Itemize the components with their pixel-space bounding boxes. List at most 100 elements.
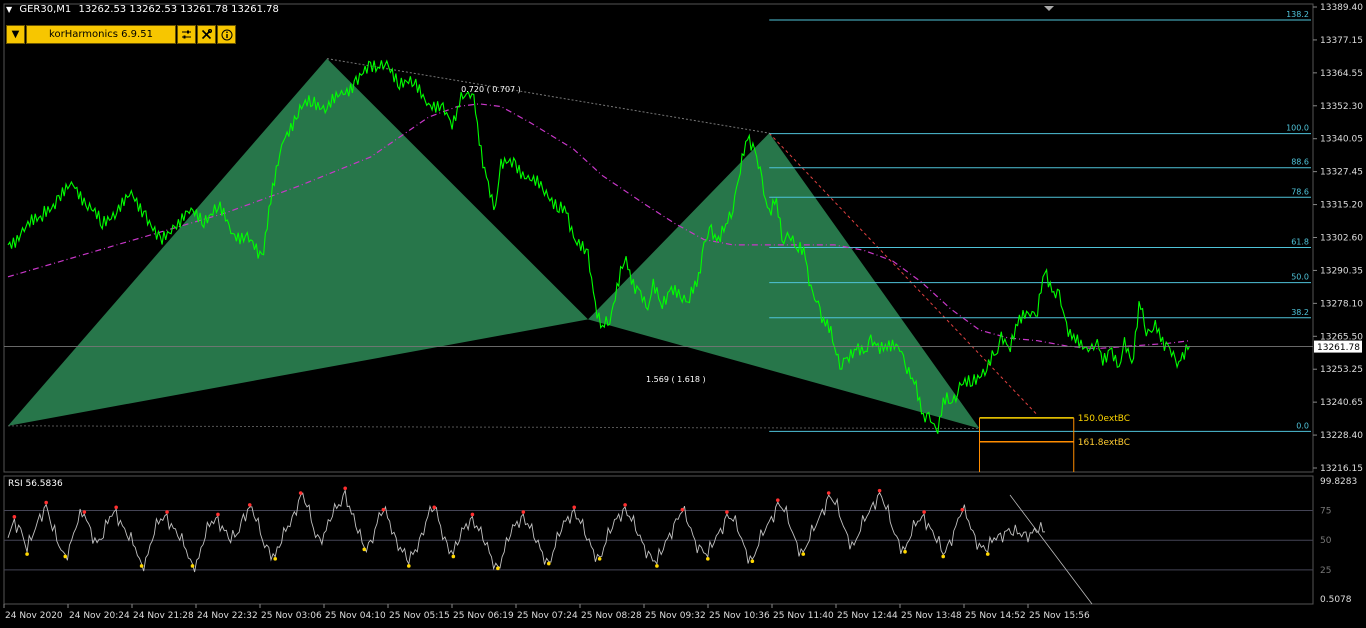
- current-price-label: 13261.78: [1317, 343, 1360, 353]
- rsi-low-dot: [407, 564, 411, 568]
- time-axis-label: 25 Nov 15:56: [1029, 611, 1090, 621]
- shift-marker-icon: [1044, 6, 1054, 11]
- rsi-high-dot: [82, 510, 87, 514]
- time-axis-label: 25 Nov 13:48: [901, 611, 962, 621]
- rsi-axis-label: 25: [1320, 566, 1331, 576]
- price-axis-label: 13216.15: [1320, 464, 1363, 474]
- time-axis-label: 25 Nov 06:19: [453, 611, 514, 621]
- rsi-trend-line: [1009, 494, 1093, 605]
- rsi-axis-label: 75: [1320, 506, 1331, 516]
- pattern-triangle-bcd: [588, 133, 980, 429]
- rsi-low-dot: [496, 566, 500, 571]
- price-axis-label: 13290.35: [1320, 266, 1363, 276]
- target-level-label: 161.8extBC: [1078, 438, 1130, 448]
- price-axis-label: 13278.10: [1320, 299, 1363, 309]
- rsi-low-dot: [25, 552, 29, 556]
- rsi-high-dot: [165, 510, 169, 514]
- rsi-low-dot: [139, 564, 144, 568]
- ratio-label-xb: 0.720 ( 0.707 ): [461, 85, 521, 94]
- time-axis-label: 25 Nov 08:28: [581, 611, 642, 621]
- price-axis-label: 13240.65: [1320, 398, 1363, 408]
- rsi-low-dot: [190, 564, 195, 568]
- fib-level-label: 0.0: [1296, 421, 1309, 430]
- time-axis-label: 24 Nov 20:24: [69, 611, 130, 621]
- fib-level-label: 50.0: [1291, 273, 1309, 282]
- collapse-arrow-icon[interactable]: ▼: [6, 5, 12, 14]
- rsi-low-dot: [801, 552, 806, 556]
- rsi-high-dot: [521, 510, 526, 514]
- rsi-high-dot: [432, 505, 437, 510]
- price-axis-label: 13315.20: [1320, 201, 1363, 211]
- price-axis-label: 13302.60: [1320, 234, 1363, 244]
- rsi-high-dot: [216, 512, 220, 517]
- price-axis-label: 13364.55: [1320, 69, 1363, 79]
- time-axis-label: 24 Nov 2020: [5, 611, 63, 621]
- rsi-high-dot: [572, 505, 577, 510]
- rsi-low-dot: [903, 549, 907, 554]
- rsi-high-dot: [114, 505, 118, 510]
- price-axis-label: 13253.25: [1320, 365, 1363, 375]
- rsi-low-dot: [706, 557, 710, 561]
- rsi-high-dot: [12, 515, 17, 519]
- rsi-high-dot: [877, 488, 882, 493]
- rsi-line: [7, 488, 1046, 573]
- rsi-low-dot: [985, 552, 990, 556]
- info-icon[interactable]: [217, 25, 236, 44]
- rsi-high-dot: [247, 503, 252, 507]
- pattern-line-xd: [7, 425, 980, 429]
- chart-header: ▼ GER30,M1 13262.53 13262.53 13261.78 13…: [6, 4, 279, 15]
- rsi-low-dot: [546, 561, 551, 566]
- indicator-name-button[interactable]: korHarmonics 6.9.51: [26, 25, 176, 44]
- rsi-axis-label: 0.5078: [1320, 595, 1352, 605]
- main-price-pane: 0.720 ( 0.707 ) 1.569 ( 1.618 ) 138.2 100.0…: [3, 3, 1314, 473]
- rsi-low-dot: [750, 559, 755, 564]
- price-axis-label: 13352.30: [1320, 102, 1363, 112]
- rsi-low-dot: [362, 547, 367, 552]
- chart-canvas: 0.720 ( 0.707 ) 1.569 ( 1.618 ) 138.2 100.0…: [3, 3, 1363, 621]
- time-axis-label: 25 Nov 12:44: [837, 611, 898, 621]
- fib-level-label: 88.6: [1291, 158, 1309, 167]
- price-axis-label: 13327.45: [1320, 168, 1363, 178]
- time-axis-label: 25 Nov 14:52: [965, 611, 1026, 621]
- rsi-high-dot: [826, 491, 831, 495]
- rsi-high-dot: [623, 503, 627, 507]
- rsi-pane: [3, 475, 1314, 605]
- rsi-low-dot: [597, 557, 602, 561]
- time-axis-label: 25 Nov 04:10: [325, 611, 386, 621]
- ratio-label-bd: 1.569 ( 1.618 ): [646, 375, 706, 384]
- time-axis-label: 25 Nov 07:24: [517, 611, 578, 621]
- rsi-high-dot: [922, 510, 926, 514]
- target-level-label: 150.0extBC: [1078, 414, 1130, 424]
- fib-level-label: 38.2: [1291, 308, 1309, 317]
- rsi-high-dot: [680, 507, 685, 512]
- time-axis-label: 24 Nov 22:32: [197, 611, 258, 621]
- rsi-high-dot: [725, 510, 729, 514]
- rsi-low-dot: [273, 557, 278, 561]
- time-axis-label: 25 Nov 10:36: [709, 611, 770, 621]
- price-axis-label: 13340.05: [1320, 135, 1363, 145]
- time-axis-label: 24 Nov 21:28: [133, 611, 194, 621]
- rsi-high-dot: [960, 507, 965, 512]
- rsi-axis-label: 99.8283: [1320, 477, 1357, 487]
- dropdown-arrow-icon[interactable]: ▼: [6, 25, 25, 44]
- ohlc-values: 13262.53 13262.53 13261.78 13261.78: [78, 4, 279, 15]
- pattern-line-ac: [326, 58, 770, 134]
- rsi-low-dot: [655, 564, 659, 568]
- sliders-icon[interactable]: [177, 25, 196, 44]
- rsi-axis-label: 50: [1320, 536, 1332, 546]
- tools-icon[interactable]: [197, 25, 216, 44]
- price-axis-label: 13389.40: [1320, 3, 1363, 13]
- price-axis-label: 13377.15: [1320, 36, 1363, 46]
- fib-level-label: 78.6: [1291, 187, 1309, 196]
- symbol-label: GER30,M1: [19, 4, 72, 15]
- rsi-high-dot: [343, 486, 347, 491]
- rsi-low-dot: [941, 554, 946, 559]
- price-axis-label: 13228.40: [1320, 431, 1363, 441]
- rsi-low-dot: [63, 554, 68, 559]
- rsi-high-dot: [381, 507, 386, 512]
- rsi-high-dot: [44, 500, 48, 505]
- rsi-high-dot: [470, 512, 475, 517]
- rsi-low-dot: [451, 554, 456, 559]
- rsi-high-dot: [298, 491, 303, 495]
- rsi-high-dot: [775, 498, 780, 502]
